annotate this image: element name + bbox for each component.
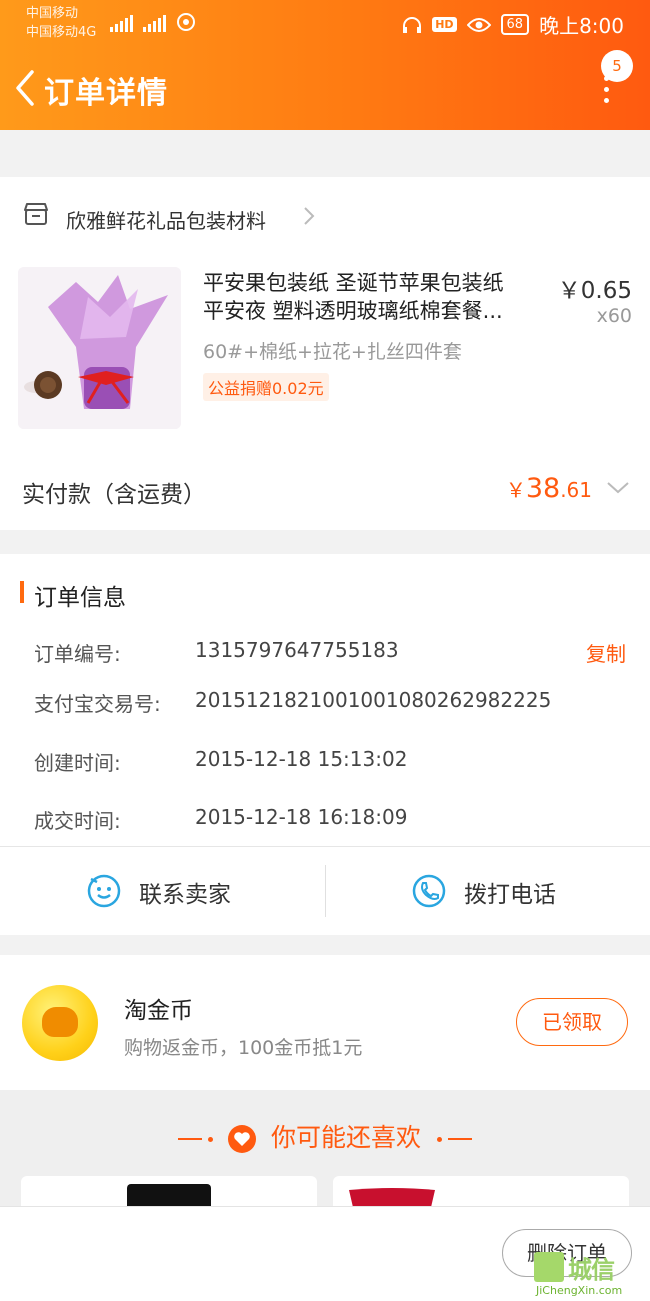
section-title: 订单信息 [34, 585, 126, 611]
recommend-title-text: 你可能还喜欢 [270, 1123, 421, 1152]
coin-subtitle: 购物返金币，100金币抵1元 [124, 1037, 363, 1059]
amount-decimal: .61 [560, 478, 592, 502]
decor-line [447, 1138, 472, 1140]
chat-smile-icon [87, 874, 121, 908]
taojinbi-section: 淘金币 购物返金币，100金币抵1元 已领取 [0, 955, 650, 1090]
signal-icon [110, 15, 133, 32]
chevron-right-icon[interactable] [302, 205, 316, 227]
carrier-info: 中国移动 中国移动4G [26, 4, 96, 42]
shop-icon [24, 203, 48, 225]
contact-seller-label: 联系卖家 [139, 882, 231, 908]
order-item-card: 欣雅鲜花礼品包装材料 平安果包装纸 圣诞节苹果包装纸 平安夜 塑料透明玻璃纸棉套… [0, 177, 650, 530]
info-row-deal-time: 成交时间: 2015-12-18 16:18:09 [0, 805, 650, 835]
eye-icon [466, 17, 491, 32]
chevron-down-icon[interactable] [606, 481, 630, 495]
notification-badge: 5 [601, 50, 633, 82]
watermark-cn: 城信 [568, 1256, 615, 1284]
watermark: 城信 JiChengXin.com [534, 1248, 650, 1300]
hd-icon: HD [432, 17, 457, 32]
time: 晚上8:00 [539, 14, 624, 38]
product-photo [18, 267, 181, 429]
carrier-2: 中国移动4G [26, 25, 97, 40]
info-value: 1315797647755183 [195, 638, 399, 662]
info-key: 支付宝交易号: [34, 692, 161, 716]
shop-name[interactable]: 欣雅鲜花礼品包装材料 [66, 205, 266, 234]
coin-icon [22, 985, 98, 1061]
nav-bar: 订单详情 [0, 58, 650, 122]
heart-icon [228, 1125, 257, 1153]
paid-label: 实付款（含运费） [22, 482, 206, 508]
coin-title: 淘金币 [124, 998, 193, 1024]
contact-seller-button[interactable]: 联系卖家 [0, 847, 325, 935]
watermark-logo [534, 1252, 564, 1282]
hotspot-icon [177, 13, 195, 31]
status-right: HD 68 晚上8:00 [402, 10, 624, 39]
product-price: ￥0.65 [557, 278, 632, 304]
charity-tag: 公益捐赠0.02元 [203, 373, 329, 401]
info-value: 2015-12-18 15:13:02 [195, 747, 408, 771]
currency-symbol: ￥ [505, 478, 526, 502]
product-title[interactable]: 平安果包装纸 圣诞节苹果包装纸 平安夜 塑料透明玻璃纸棉套餐... [203, 269, 543, 325]
section-marker [20, 581, 24, 603]
info-key: 创建时间: [34, 751, 121, 775]
order-info-section: 订单信息 订单编号: 1315797647755183 复制 支付宝交易号: 2… [0, 554, 650, 846]
call-phone-label: 拨打电话 [464, 882, 556, 908]
product-quantity: x60 [596, 305, 632, 327]
info-row-order-number: 订单编号: 1315797647755183 复制 [0, 638, 650, 668]
copy-button[interactable]: 复制 [586, 638, 626, 667]
info-value: 2015121821001001080262982225 [195, 688, 552, 712]
decor-dot [436, 1136, 442, 1142]
decor-dot [208, 1136, 214, 1142]
recommend-section: 你可能还喜欢 [0, 1090, 650, 1216]
back-arrow-icon[interactable] [10, 68, 40, 108]
phone-icon [412, 874, 446, 908]
info-key: 订单编号: [34, 642, 121, 666]
headphones-icon [403, 16, 422, 33]
product-title-line2: 平安夜 塑料透明玻璃纸棉套餐... [203, 299, 503, 323]
info-value: 2015-12-18 16:18:09 [195, 805, 408, 829]
info-row-created-time: 创建时间: 2015-12-18 15:13:02 [0, 747, 650, 777]
status-bar: 中国移动 中国移动4G HD 68 晚上8:00 [0, 0, 650, 46]
recommend-title: 你可能还喜欢 [0, 1118, 650, 1154]
app-header: 中国移动 中国移动4G HD 68 晚上8:00 订单详情 5 [0, 0, 650, 130]
decor-line [178, 1138, 203, 1140]
claimed-button[interactable]: 已领取 [516, 998, 628, 1046]
battery-icon: 68 [500, 14, 530, 35]
paid-amount: ￥38.61 [506, 473, 592, 504]
watermark-en: JiChengXin.com [536, 1284, 623, 1297]
signal-indicators [110, 12, 196, 32]
call-phone-button[interactable]: 拨打电话 [325, 847, 650, 935]
carrier-1: 中国移动 [26, 6, 79, 21]
page-title: 订单详情 [44, 76, 168, 111]
product-sku: 60#+棉纸+拉花+扎丝四件套 [203, 341, 462, 363]
product-title-line1: 平安果包装纸 圣诞节苹果包装纸 [203, 271, 504, 295]
info-row-alipay-number: 支付宝交易号: 2015121821001001080262982225 [0, 688, 650, 718]
signal-4g-icon [143, 15, 166, 32]
contact-bar: 联系卖家 拨打电话 [0, 846, 650, 935]
amount-integer: 38 [525, 473, 561, 504]
info-key: 成交时间: [34, 809, 121, 833]
product-image[interactable] [18, 267, 181, 429]
